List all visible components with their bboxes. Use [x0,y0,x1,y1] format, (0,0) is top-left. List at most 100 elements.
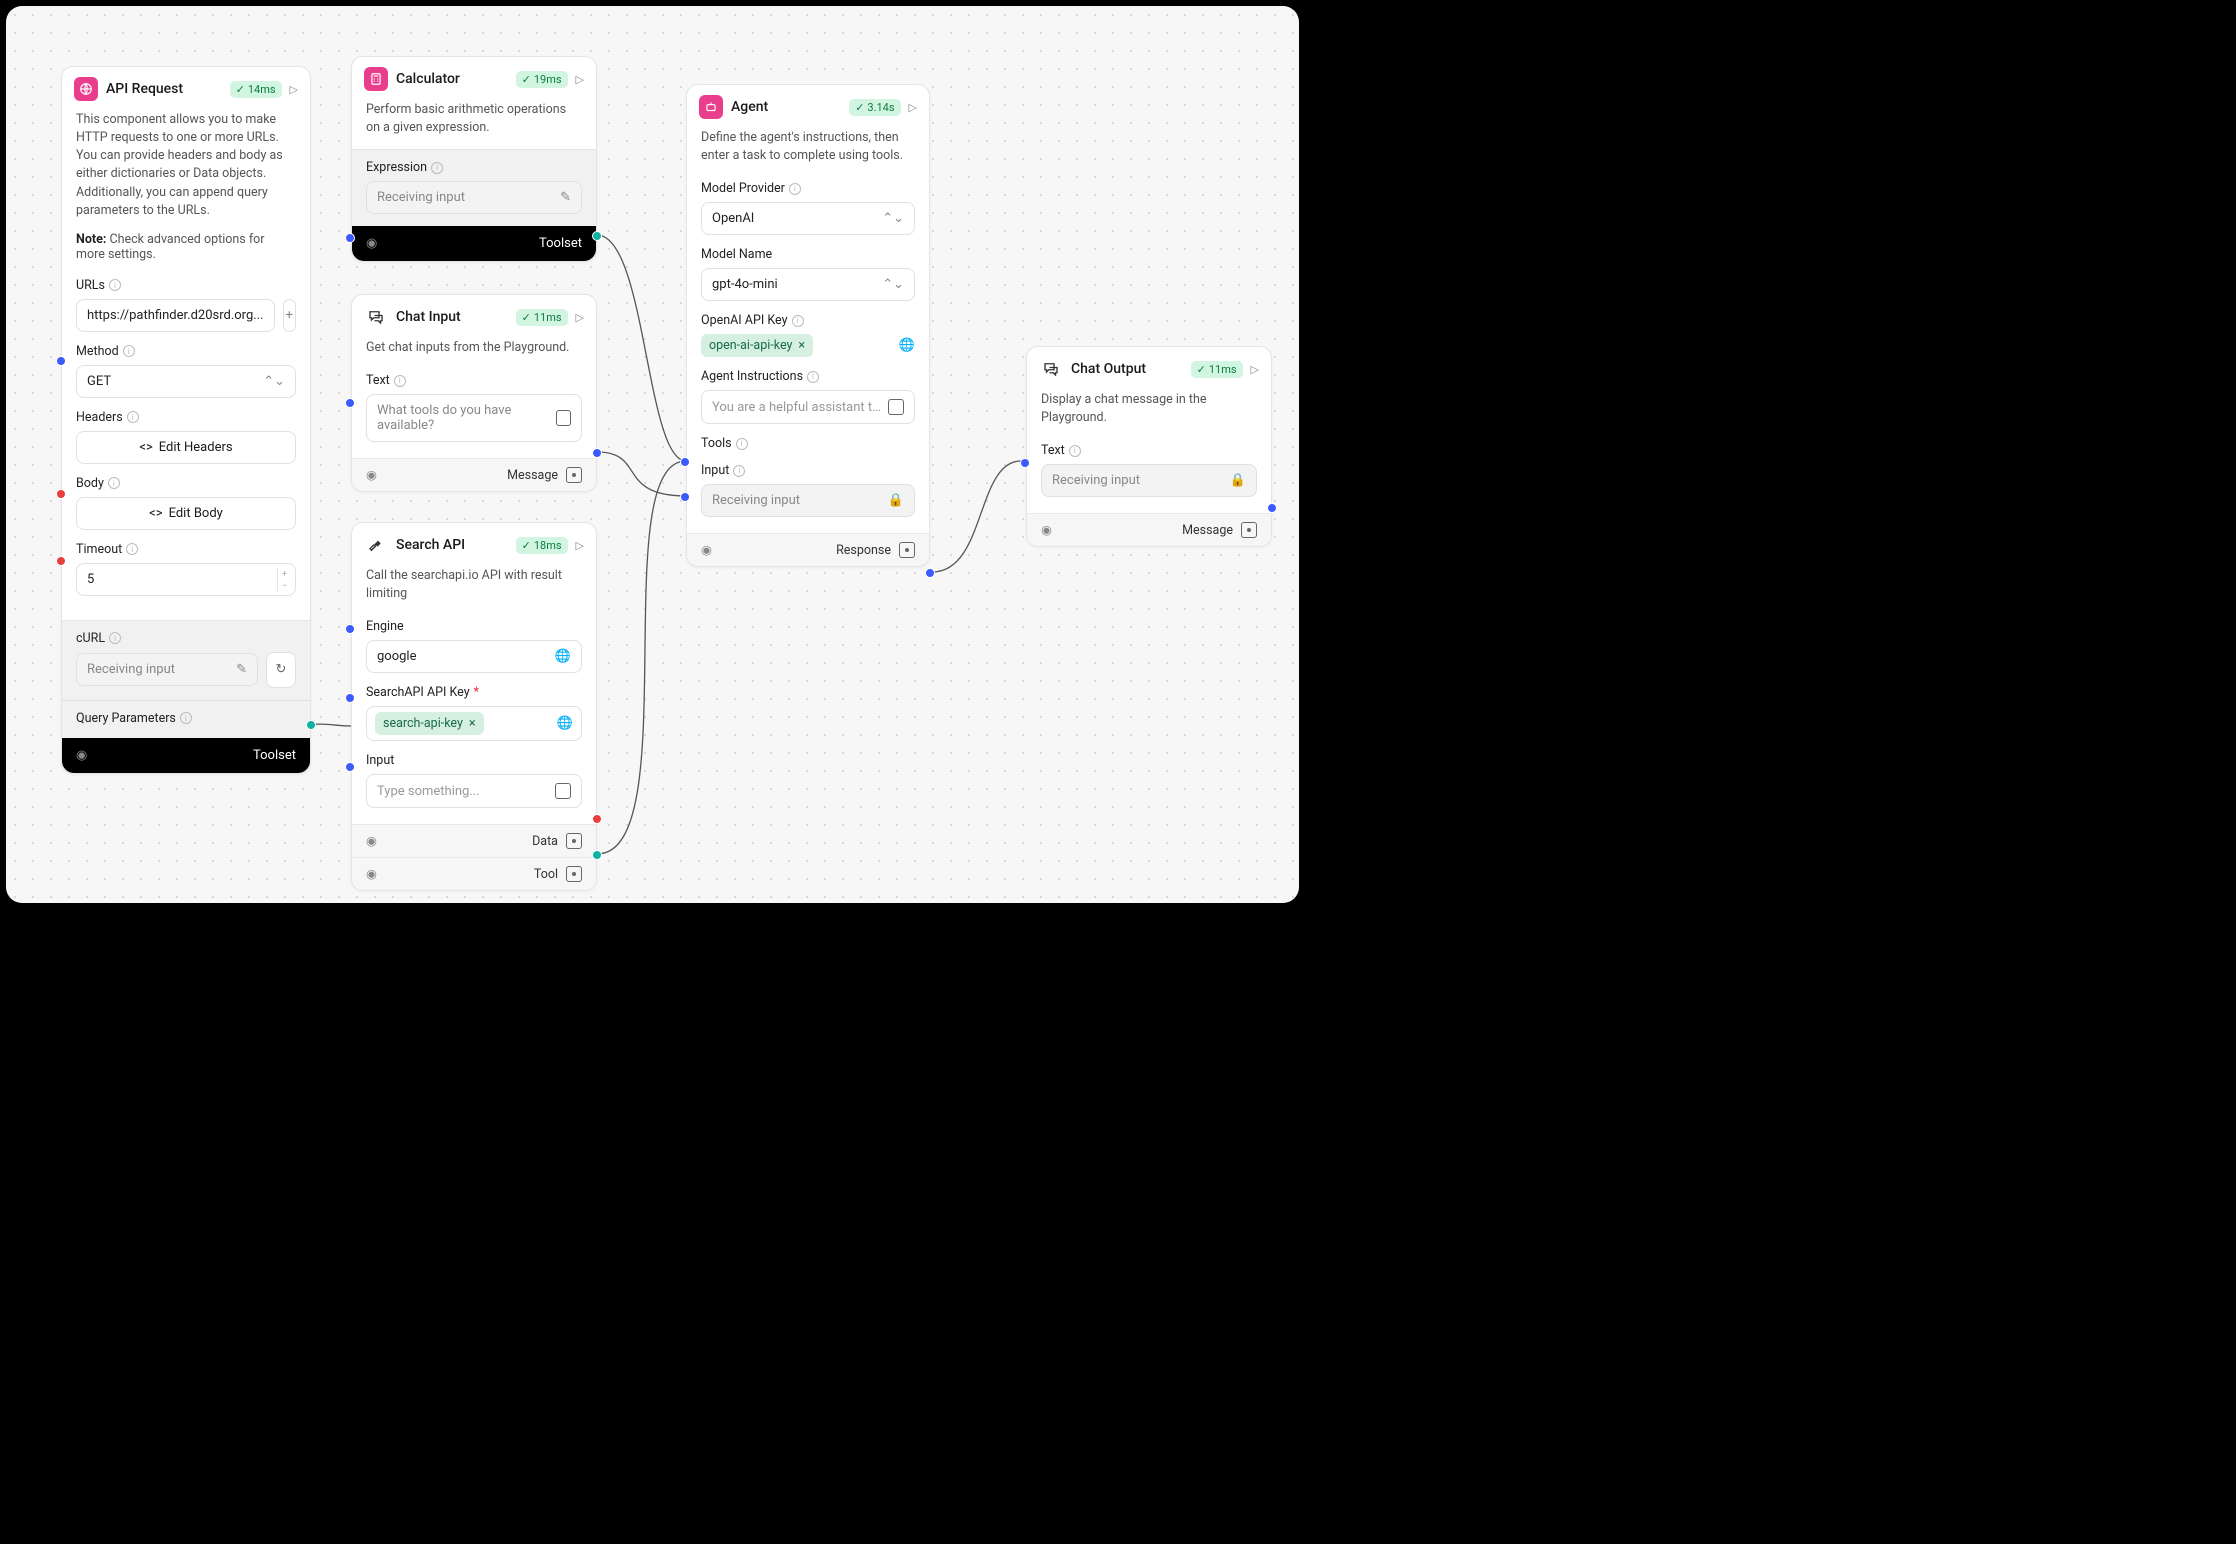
workflow-canvas[interactable]: API Request ✓ 14ms ▷ This component allo… [6,6,1299,903]
node-footer-black: ◉ Toolset [62,738,310,773]
play-icon[interactable]: ▷ [1251,363,1259,376]
message-output: Message [507,468,558,483]
port-out[interactable] [592,850,602,860]
text-input[interactable]: What tools do you have available? [366,394,582,442]
code-icon: <> [139,440,152,455]
expression-input: Receiving input✎ [366,181,582,214]
port-in[interactable] [56,556,66,566]
method-select[interactable]: GET⌃⌄ [76,365,296,398]
info-icon[interactable]: i [1069,445,1081,457]
port-in[interactable] [345,398,355,408]
node-chat-input[interactable]: Chat Input ✓ 11ms ▷ Get chat inputs from… [351,294,597,492]
info-icon[interactable]: i [789,183,801,195]
node-title: Chat Input [396,309,508,325]
port-in[interactable] [56,489,66,499]
info-icon[interactable]: i [733,465,745,477]
port-in[interactable] [56,356,66,366]
port-in-input[interactable] [680,492,690,502]
node-description: This component allows you to make HTTP r… [62,111,310,232]
play-icon[interactable]: ▷ [576,311,584,324]
play-icon[interactable]: ▷ [909,101,917,114]
scan-icon[interactable] [1241,522,1257,538]
info-icon[interactable]: i [792,315,804,327]
openai-key-chip[interactable]: open-ai-api-key× [701,334,813,357]
scan-icon[interactable] [899,542,915,558]
info-icon[interactable]: i [736,438,748,450]
eye-icon[interactable]: ◉ [366,833,377,849]
edit-body-button[interactable]: <>Edit Body [76,497,296,530]
play-icon[interactable]: ▷ [576,73,584,86]
port-out[interactable] [592,231,602,241]
node-description: Call the searchapi.io API with result li… [352,567,596,615]
instructions-label: Agent Instructions [701,369,803,384]
add-url-button[interactable]: + [283,299,296,332]
timeout-input[interactable]: 5 +− [76,563,296,596]
eye-icon[interactable]: ◉ [366,467,377,483]
node-title: Chat Output [1071,361,1183,377]
info-icon[interactable]: i [109,279,121,291]
scan-icon[interactable] [566,866,582,882]
instructions-input[interactable]: You are a helpful assistant that can [701,390,915,424]
eye-icon[interactable]: ◉ [1041,522,1052,538]
port-in[interactable] [1020,458,1030,468]
node-description: Get chat inputs from the Playground. [352,339,596,369]
search-input[interactable]: Type something... [366,774,582,808]
timing-badge: ✓ 3.14s [849,99,900,116]
port-out[interactable] [1267,503,1277,513]
info-icon[interactable]: i [180,712,192,724]
eye-icon[interactable]: ◉ [701,542,712,558]
tool-output: Tool [534,867,558,882]
url-input[interactable]: https://pathfinder.d20srd.org... [76,299,275,332]
remove-chip-icon[interactable]: × [469,716,476,731]
text-label: Text [1041,443,1065,458]
port-out-response[interactable] [925,568,935,578]
scan-icon[interactable] [566,467,582,483]
expand-icon[interactable] [556,410,571,426]
node-chat-output[interactable]: Chat Output ✓ 11ms ▷ Display a chat mess… [1026,346,1272,547]
chevron-updown-icon: ⌃⌄ [882,211,904,226]
port-out[interactable] [306,720,316,730]
engine-input[interactable]: google🌐 [366,640,582,673]
node-search-api[interactable]: Search API ✓ 18ms ▷ Call the searchapi.i… [351,522,597,891]
provider-select[interactable]: OpenAI⌃⌄ [701,202,915,235]
port-out[interactable] [592,814,602,824]
expand-icon[interactable] [888,399,904,415]
node-note: Note: Check advanced options for more se… [62,232,310,274]
info-icon[interactable]: i [123,345,135,357]
port-in[interactable] [345,762,355,772]
eye-icon[interactable]: ◉ [366,866,377,882]
input-label: Input [366,753,394,768]
port-out[interactable] [592,448,602,458]
info-icon[interactable]: i [431,162,443,174]
node-calculator[interactable]: Calculator ✓ 19ms ▷ Perform basic arithm… [351,56,597,262]
api-key-field[interactable]: search-api-key× 🌐 [366,706,582,741]
node-title: Calculator [396,71,508,87]
refresh-button[interactable]: ↻ [266,652,296,688]
play-icon[interactable]: ▷ [290,83,298,96]
model-select[interactable]: gpt-4o-mini⌃⌄ [701,268,915,301]
expand-icon[interactable] [555,783,571,799]
timeout-stepper[interactable]: +− [277,568,291,591]
info-icon[interactable]: i [126,543,138,555]
edit-headers-button[interactable]: <>Edit Headers [76,431,296,464]
api-key-chip[interactable]: search-api-key× [375,712,484,735]
node-api-request[interactable]: API Request ✓ 14ms ▷ This component allo… [61,66,311,774]
port-in[interactable] [345,693,355,703]
play-icon[interactable]: ▷ [576,539,584,552]
info-icon[interactable]: i [394,375,406,387]
info-icon[interactable]: i [109,632,121,644]
calculator-icon [364,67,388,91]
port-in[interactable] [345,233,355,243]
port-in[interactable] [345,624,355,634]
node-agent[interactable]: Agent ✓ 3.14s ▷ Define the agent's instr… [686,84,930,567]
port-in-tools[interactable] [680,457,690,467]
bot-icon [699,95,723,119]
scan-icon[interactable] [566,833,582,849]
eye-icon[interactable]: ◉ [76,748,87,763]
remove-chip-icon[interactable]: × [798,338,805,353]
eye-icon[interactable]: ◉ [366,236,377,251]
info-icon[interactable]: i [127,411,139,423]
info-icon[interactable]: i [807,371,819,383]
info-icon[interactable]: i [108,477,120,489]
expression-label: Expression [366,160,427,175]
